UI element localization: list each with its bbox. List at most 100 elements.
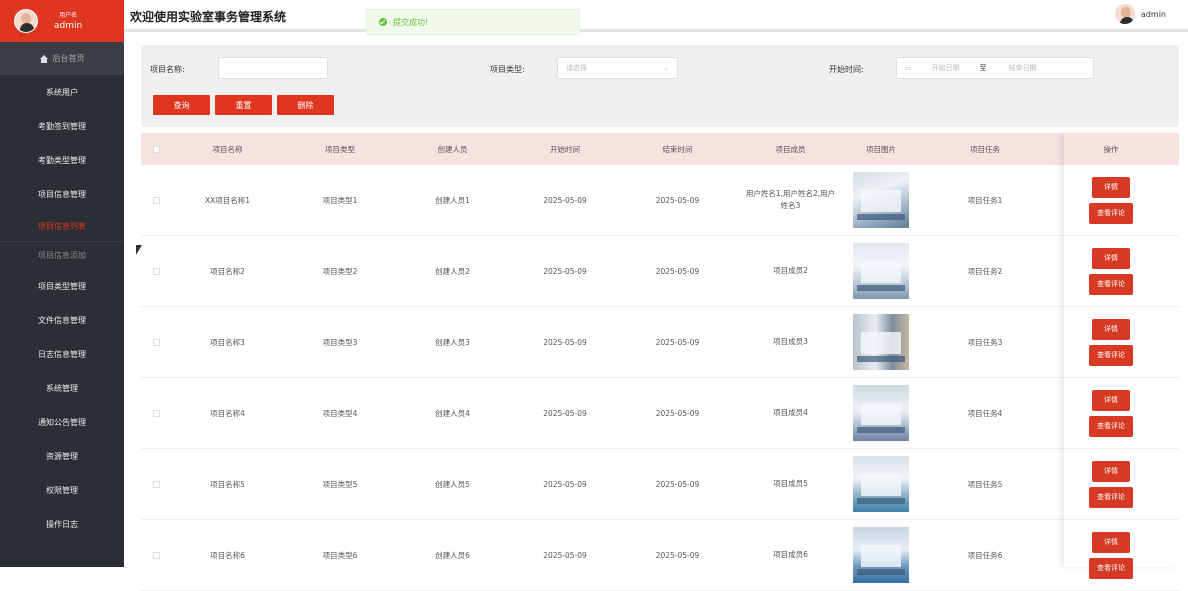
row-checkbox[interactable] (152, 409, 160, 417)
cell-start: 2025-05-09 (543, 550, 587, 560)
cell-creator: 创建人员4 (435, 408, 470, 418)
col-header: 操作 (1103, 144, 1119, 154)
project-table: 项目名称 项目类型 创建人员 开始时间 结束时间 项目成员 项目图片 项目任务 … (141, 133, 1179, 591)
search-button[interactable]: 查询 (153, 95, 210, 115)
detail-button[interactable]: 详情 (1092, 389, 1130, 411)
sidebar: 用户名 admin 后台首页 系统用户 考勤签到管理 考勤类型管理 项目信息管理… (0, 0, 124, 567)
project-image[interactable] (853, 314, 909, 370)
table-row: 项目名称5 项目类型5 创建人员5 2025-05-09 2025-05-09 项目成员5… (141, 449, 1179, 520)
sidebar-item-project-info[interactable]: 项目信息管理 (0, 177, 124, 211)
cell-creator: 创建人员1 (435, 195, 470, 205)
calendar-icon: ▭ (905, 64, 912, 72)
view-comments-button[interactable]: 查看评论 (1089, 486, 1133, 508)
cell-task: 项目任务5 (967, 479, 1003, 489)
toast-message: 提交成功! (393, 17, 429, 27)
sidebar-item-system-users[interactable]: 系统用户 (0, 75, 124, 109)
detail-button[interactable]: 详情 (1092, 176, 1130, 198)
cell-type: 项目类型1 (322, 195, 358, 205)
cell-type: 项目类型3 (322, 337, 358, 347)
cell-task: 项目任务4 (967, 408, 1003, 418)
cell-type: 项目类型2 (322, 266, 358, 276)
reset-button[interactable]: 重置 (215, 95, 272, 115)
project-image[interactable] (853, 527, 909, 583)
cell-name: 项目名称5 (210, 479, 245, 489)
sidebar-item-system[interactable]: 系统管理 (0, 371, 124, 405)
project-name-label: 项目名称: (150, 65, 185, 74)
project-image[interactable] (853, 456, 909, 512)
view-comments-button[interactable]: 查看评论 (1089, 557, 1133, 579)
cell-type: 项目类型4 (322, 408, 358, 418)
cell-members: 项目成员2 (773, 266, 808, 275)
cell-name: 项目名称6 (210, 550, 245, 560)
start-time-label: 开始时间: (829, 65, 864, 74)
table-row: 项目名称2 项目类型2 创建人员2 2025-05-09 2025-05-09 项目成员2… (141, 236, 1179, 307)
chevron-down-icon: ⌄ (663, 64, 669, 72)
view-comments-button[interactable]: 查看评论 (1089, 273, 1133, 295)
table-row: 项目名称3 项目类型3 创建人员3 2025-05-09 2025-05-09 项目成员3… (141, 307, 1179, 378)
sidebar-item-oplogs[interactable]: 操作日志 (0, 507, 124, 541)
col-header: 项目名称 (212, 144, 243, 154)
view-comments-button[interactable]: 查看评论 (1089, 344, 1133, 366)
col-header: 结束时间 (662, 144, 693, 154)
row-checkbox[interactable] (152, 338, 160, 346)
sidebar-item-attendance-type[interactable]: 考勤类型管理 (0, 143, 124, 177)
sidebar-item-resources[interactable]: 资源管理 (0, 439, 124, 473)
sidebar-item-notices[interactable]: 通知公告管理 (0, 405, 124, 439)
sidebar-item-permissions[interactable]: 权限管理 (0, 473, 124, 507)
header-user-name: admin (1140, 9, 1166, 19)
cell-start: 2025-05-09 (543, 337, 587, 347)
detail-button[interactable]: 详情 (1092, 460, 1130, 482)
cell-end: 2025-05-09 (655, 337, 700, 347)
header-user[interactable]: admin (1114, 4, 1166, 24)
detail-button[interactable]: 详情 (1092, 247, 1130, 269)
sidebar-item-logs[interactable]: 日志信息管理 (0, 337, 124, 371)
col-header: 项目成员 (775, 144, 806, 154)
row-checkbox[interactable] (152, 480, 160, 488)
date-range-picker[interactable]: ▭ 开始日期 至 结束日期 (896, 57, 1094, 79)
cell-members: 项目成员4 (773, 408, 808, 417)
project-name-input[interactable] (218, 57, 328, 79)
project-image[interactable] (853, 172, 909, 228)
sidebar-item-home[interactable]: 后台首页 (0, 42, 124, 75)
detail-button[interactable]: 详情 (1092, 531, 1130, 553)
view-comments-button[interactable]: 查看评论 (1089, 202, 1133, 224)
avatar (1114, 4, 1135, 24)
sidebar-item-project-list[interactable]: 项目信息列表 (0, 211, 124, 241)
sidebar-item-project-type[interactable]: 项目类型管理 (0, 269, 124, 303)
view-comments-button[interactable]: 查看评论 (1089, 415, 1133, 437)
cell-creator: 创建人员6 (435, 550, 470, 560)
col-header: 创建人员 (437, 144, 468, 154)
select-all-checkbox[interactable] (152, 145, 160, 153)
cell-name: 项目名称2 (210, 266, 245, 276)
cell-members: 用户姓名1,用户姓名2,用户姓名3 (745, 189, 836, 210)
cell-start: 2025-05-09 (543, 408, 587, 418)
project-type-select[interactable]: 请选择 ⌄ (557, 57, 678, 79)
home-icon (39, 54, 48, 63)
cell-end: 2025-05-09 (655, 266, 700, 276)
cell-name: 项目名称3 (210, 337, 245, 347)
cell-creator: 创建人员2 (435, 266, 470, 276)
avatar (14, 9, 38, 33)
cell-members: 项目成员6 (773, 550, 808, 559)
detail-button[interactable]: 详情 (1092, 318, 1130, 340)
cell-type: 项目类型6 (322, 550, 358, 560)
sidebar-item-project-add[interactable]: 项目信息添加 (0, 241, 124, 269)
cell-end: 2025-05-09 (655, 550, 700, 560)
cell-start: 2025-05-09 (543, 195, 587, 205)
cell-members: 项目成员5 (773, 479, 808, 488)
delete-button[interactable]: 删除 (277, 95, 334, 115)
row-checkbox[interactable] (152, 196, 160, 204)
sidebar-item-attendance[interactable]: 考勤签到管理 (0, 109, 124, 143)
cell-end: 2025-05-09 (655, 479, 700, 489)
page-title: 欢迎使用实验室事务管理系统 (130, 10, 287, 24)
cell-name: XX项目名称1 (204, 195, 251, 205)
col-header: 开始时间 (550, 144, 580, 154)
project-image[interactable] (853, 243, 909, 299)
sidebar-item-files[interactable]: 文件信息管理 (0, 303, 124, 337)
user-name: admin (54, 21, 83, 31)
cell-task: 项目任务2 (967, 266, 1003, 276)
project-image[interactable] (853, 385, 909, 441)
row-checkbox[interactable] (152, 551, 160, 559)
cell-end: 2025-05-09 (655, 408, 700, 418)
row-checkbox[interactable] (152, 267, 160, 275)
